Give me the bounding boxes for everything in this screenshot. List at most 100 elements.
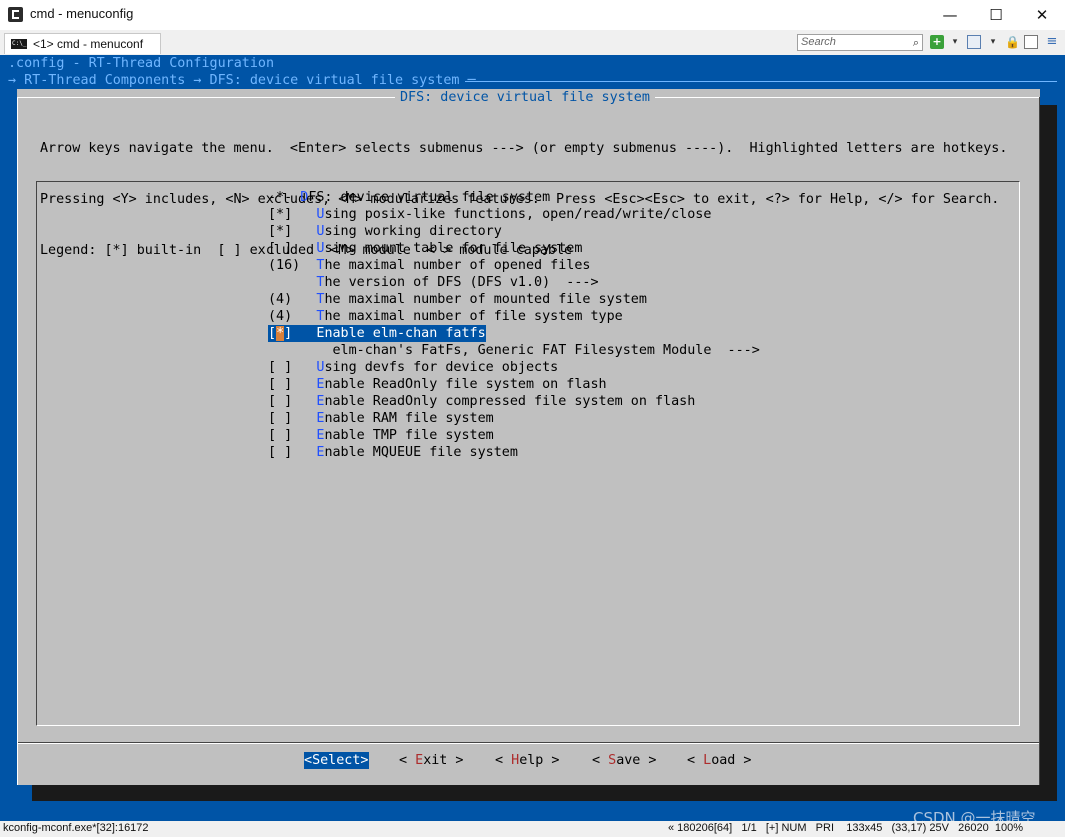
menu-item-label: nable TMP file system (324, 428, 494, 443)
menu-item-prefix: (4) (268, 292, 317, 307)
menu-item-prefix (268, 343, 333, 358)
menu-item-prefix: -*- (268, 190, 301, 205)
tab-toolbar: C:\_ <1> cmd - menuconf Search ⌕ + ▾ ▾ 🔒… (0, 30, 1065, 55)
menu-item[interactable]: [ ] Enable MQUEUE file system (268, 444, 518, 461)
menu-item-label: sing devfs for device objects (324, 360, 559, 375)
button-hotkey: S (312, 753, 321, 768)
menu-item[interactable]: [ ] Using devfs for device objects (268, 359, 558, 376)
menu-item-prefix: [ ] (268, 428, 317, 443)
menu-item-label: he maximal number of file system type (324, 309, 623, 324)
menu-item-prefix: [ ] (268, 241, 317, 256)
button-hotkey: L (703, 753, 712, 768)
menu-item-label: nable MQUEUE file system (324, 445, 518, 460)
button-bracket: < (592, 753, 609, 768)
menu-item-label: nable RAM file system (324, 411, 494, 426)
button-bracket: < (495, 753, 512, 768)
search-input[interactable]: Search ⌕ (797, 34, 923, 51)
maximize-button[interactable]: ☐ (973, 0, 1019, 30)
menu-item-prefix: [*] (268, 207, 317, 222)
menu-item-prefix: (4) (268, 309, 317, 324)
config-header: .config - RT-Thread Configuration (8, 56, 275, 71)
menu-item[interactable]: [ ] Enable RAM file system (268, 410, 494, 427)
title-bar: cmd - menuconfig — ☐ ✕ (0, 0, 1065, 30)
dialog-border (1039, 97, 1040, 785)
menu-item-prefix: [ ] (268, 445, 317, 460)
menu-item-label: sing mount table for file system (324, 241, 583, 256)
status-bar: kconfig-mconf.exe*[32]:16172 « 180206[64… (0, 821, 1065, 837)
search-placeholder: Search (801, 36, 836, 48)
text-cursor: * (276, 326, 285, 341)
watermark: CSDN @一抹晴空 (913, 809, 1036, 821)
menu-item-prefix (268, 275, 316, 290)
load-button[interactable]: < Load > (687, 752, 752, 769)
button-bracket: < (687, 753, 704, 768)
button-label: xit > (423, 753, 464, 768)
dialog-border (17, 97, 18, 785)
new-console-icon[interactable]: + (930, 35, 944, 49)
menu-item[interactable]: [ ] Enable ReadOnly compressed file syst… (268, 393, 695, 410)
menu-item[interactable]: [*] Using working directory (268, 223, 502, 240)
menu-item-label: he version of DFS (DFS v1.0) ---> (324, 275, 599, 290)
button-hotkey: H (511, 753, 520, 768)
menu-item[interactable]: -*- DFS: device virtual file system (268, 189, 550, 206)
button-separator (18, 743, 1039, 744)
process-status: kconfig-mconf.exe*[32]:16172 (3, 822, 149, 834)
new-console-dropdown-icon[interactable]: ▾ (948, 35, 962, 49)
menu-item-label: nable ReadOnly file system on flash (324, 377, 607, 392)
menu-item-selected[interactable]: [*] Enable elm-chan fatfs (268, 325, 486, 342)
button-hotkey: E (415, 753, 424, 768)
tab-label: <1> cmd - menuconf (33, 37, 144, 51)
exit-button[interactable]: < Exit > (399, 752, 464, 769)
help-button[interactable]: < Help > (495, 752, 560, 769)
menu-item-label: he maximal number of opened files (324, 258, 591, 273)
button-label: elect> (320, 753, 369, 768)
menu-item[interactable]: [*] Using posix-like functions, open/rea… (268, 206, 711, 223)
menu-item[interactable]: (16) The maximal number of opened files (268, 257, 590, 274)
lock-icon[interactable]: 🔒 (1005, 35, 1020, 49)
menu-item-prefix: [ ] (268, 360, 317, 375)
console-area[interactable]: .config - RT-Thread Configuration → RT-T… (0, 55, 1065, 821)
menu-item-prefix: [ ] (268, 394, 317, 409)
menu-item[interactable]: [ ] Using mount table for file system (268, 240, 582, 257)
menu-list[interactable]: -*- DFS: device virtual file system [*] U… (36, 181, 1020, 726)
tab-cmd-menuconf[interactable]: C:\_ <1> cmd - menuconf (4, 33, 161, 54)
menu-item-prefix: (16) (268, 258, 317, 273)
button-label: elp > (519, 753, 560, 768)
menu-item-prefix: [*] (268, 224, 317, 239)
dialog-title: DFS: device virtual file system (395, 89, 655, 106)
menu-item[interactable]: [ ] Enable TMP file system (268, 427, 494, 444)
select-button[interactable]: <Select> (304, 752, 369, 769)
dialog-shadow-bottom (32, 785, 1057, 801)
view-dropdown-icon[interactable]: ▾ (986, 35, 1000, 49)
button-bracket: < (304, 753, 313, 768)
console-status: « 180206[64] 1/1 [+] NUM PRI 133x45 (33,… (668, 822, 1023, 834)
menu-item[interactable]: elm-chan's FatFs, Generic FAT Filesystem… (268, 342, 760, 359)
app-icon (8, 7, 23, 22)
menuconfig-dialog: DFS: device virtual file system Arrow ke… (17, 89, 1040, 785)
menu-item[interactable]: The version of DFS (DFS v1.0) ---> (268, 274, 599, 291)
menu-item-prefix: [*] (268, 326, 317, 341)
button-hotkey: S (608, 753, 617, 768)
close-button[interactable]: ✕ (1019, 0, 1065, 30)
menu-item[interactable]: [ ] Enable ReadOnly file system on flash (268, 376, 607, 393)
menu-item-label: elm-chan's FatFs, Generic FAT Filesystem… (332, 343, 760, 358)
menu-item-label: sing working directory (324, 224, 502, 239)
hamburger-menu-icon[interactable]: ≡ (1045, 35, 1059, 49)
menu-item-label: FS: device virtual file system (308, 190, 551, 205)
console-icon: C:\_ (11, 39, 27, 49)
menu-item-label: nable elm-chan fatfs (324, 326, 486, 341)
button-label: oad > (711, 753, 752, 768)
help-line: Arrow keys navigate the menu. <Enter> se… (40, 141, 1008, 156)
menu-item[interactable]: (4) The maximal number of file system ty… (268, 308, 623, 325)
window-title: cmd - menuconfig (30, 6, 134, 21)
button-label: ave > (616, 753, 657, 768)
save-button[interactable]: < Save > (592, 752, 657, 769)
view-panes-icon[interactable] (967, 35, 981, 49)
menu-item-label: he maximal number of mounted file system (324, 292, 647, 307)
search-icon[interactable]: ⌕ (913, 36, 919, 50)
minimize-button[interactable]: — (927, 0, 973, 30)
menu-item-prefix: [ ] (268, 411, 317, 426)
menu-item[interactable]: (4) The maximal number of mounted file s… (268, 291, 647, 308)
dialog-shadow-right (1040, 105, 1057, 801)
split-view-icon[interactable] (1024, 35, 1038, 49)
